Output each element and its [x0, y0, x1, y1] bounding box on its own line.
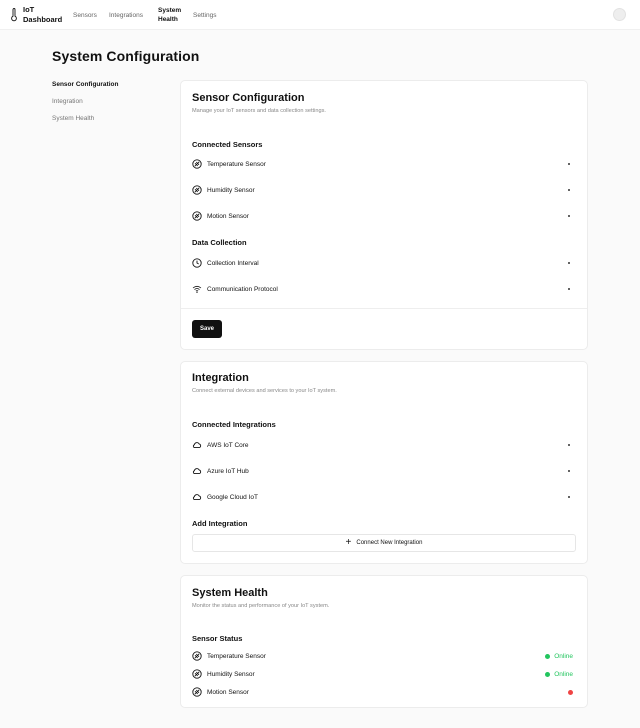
card-description: Manage your IoT sensors and data collect… — [192, 108, 326, 114]
row-menu-icon[interactable] — [568, 444, 570, 446]
connected-sensors-heading: Connected Sensors — [192, 140, 263, 149]
sensor-label: Temperature Sensor — [207, 652, 266, 660]
sensor-icon — [192, 669, 202, 679]
cloud-icon — [192, 442, 202, 449]
sensor-label: Temperature Sensor — [207, 160, 266, 168]
status-badge: Online — [545, 671, 573, 678]
thermometer-icon — [11, 8, 17, 22]
communication-protocol-label: Communication Protocol — [207, 285, 278, 293]
status-dot — [568, 689, 573, 695]
row-menu-icon[interactable] — [568, 288, 570, 290]
nav-integrations[interactable]: Integrations — [109, 11, 143, 20]
connected-integrations-heading: Connected Integrations — [192, 420, 276, 429]
status-dot — [545, 653, 551, 659]
clock-icon — [192, 258, 202, 268]
card-title: Integration — [192, 372, 249, 384]
row-menu-icon[interactable] — [568, 262, 570, 264]
app-title: IoT Dashboard — [23, 5, 63, 24]
collection-interval-label: Collection Interval — [207, 259, 259, 267]
add-integration-heading: Add Integration — [192, 519, 248, 528]
page-title: System Configuration — [52, 48, 200, 64]
connect-label: Connect New Integration — [356, 540, 423, 546]
row-menu-icon[interactable] — [568, 163, 570, 165]
status-text: Online — [554, 652, 573, 660]
sensor-row-temperature[interactable]: Temperature Sensor — [192, 158, 573, 170]
integration-card: Integration Connect external devices and… — [180, 361, 588, 564]
sensor-icon — [192, 159, 202, 169]
sensor-icon — [192, 687, 202, 697]
integration-row-aws[interactable]: AWS IoT Core — [192, 439, 573, 451]
card-title: System Health — [192, 587, 268, 599]
communication-protocol-row[interactable]: Communication Protocol — [192, 283, 573, 295]
sensor-label: Motion Sensor — [207, 212, 249, 220]
status-row-temperature: Temperature Sensor Online — [192, 650, 573, 662]
status-row-motion: Motion Sensor — [192, 686, 573, 698]
cloud-icon — [192, 468, 202, 475]
sensor-status-heading: Sensor Status — [192, 634, 243, 643]
nav-sensors[interactable]: Sensors — [73, 11, 97, 20]
status-dot — [545, 671, 551, 677]
status-badge: Online — [545, 653, 573, 660]
integration-label: Azure IoT Hub — [207, 467, 249, 475]
sensor-icon — [192, 185, 202, 195]
side-nav: Sensor Configuration Integration System … — [52, 80, 162, 131]
sensor-icon — [192, 211, 202, 221]
sensor-row-motion[interactable]: Motion Sensor — [192, 210, 573, 222]
system-health-card: System Health Monitor the status and per… — [180, 575, 588, 708]
connect-new-integration-button[interactable]: + Connect New Integration — [192, 534, 576, 552]
collection-interval-row[interactable]: Collection Interval — [192, 257, 573, 269]
status-row-humidity: Humidity Sensor Online — [192, 668, 573, 680]
row-menu-icon[interactable] — [568, 189, 570, 191]
card-title: Sensor Configuration — [192, 92, 305, 104]
brand[interactable]: IoT Dashboard — [10, 5, 65, 25]
divider — [181, 308, 587, 309]
sensor-label: Humidity Sensor — [207, 186, 255, 194]
cloud-icon — [192, 494, 202, 501]
sensor-label: Humidity Sensor — [207, 670, 255, 678]
status-text: Online — [554, 670, 573, 678]
side-nav-integration[interactable]: Integration — [52, 97, 162, 114]
nav-system-health[interactable]: System Health — [158, 6, 188, 24]
data-collection-heading: Data Collection — [192, 238, 247, 247]
top-navbar: IoT Dashboard Sensors Integrations Syste… — [0, 0, 640, 30]
save-button[interactable]: Save — [192, 320, 222, 338]
side-nav-system-health[interactable]: System Health — [52, 114, 162, 131]
side-nav-sensor-configuration[interactable]: Sensor Configuration — [52, 80, 162, 97]
integration-row-azure[interactable]: Azure IoT Hub — [192, 465, 573, 477]
card-description: Connect external devices and services to… — [192, 388, 337, 394]
card-description: Monitor the status and performance of yo… — [192, 603, 330, 609]
integration-label: Google Cloud IoT — [207, 493, 258, 501]
sensor-icon — [192, 651, 202, 661]
sensor-row-humidity[interactable]: Humidity Sensor — [192, 184, 573, 196]
integration-label: AWS IoT Core — [207, 441, 249, 449]
row-menu-icon[interactable] — [568, 496, 570, 498]
sensor-configuration-card: Sensor Configuration Manage your IoT sen… — [180, 80, 588, 350]
wifi-icon — [192, 285, 202, 293]
integration-row-google[interactable]: Google Cloud IoT — [192, 491, 573, 503]
status-badge — [568, 689, 573, 695]
sensor-label: Motion Sensor — [207, 688, 249, 696]
plus-icon: + — [345, 537, 352, 548]
avatar[interactable] — [613, 8, 626, 21]
row-menu-icon[interactable] — [568, 215, 570, 217]
nav-settings[interactable]: Settings — [193, 11, 217, 20]
row-menu-icon[interactable] — [568, 470, 570, 472]
